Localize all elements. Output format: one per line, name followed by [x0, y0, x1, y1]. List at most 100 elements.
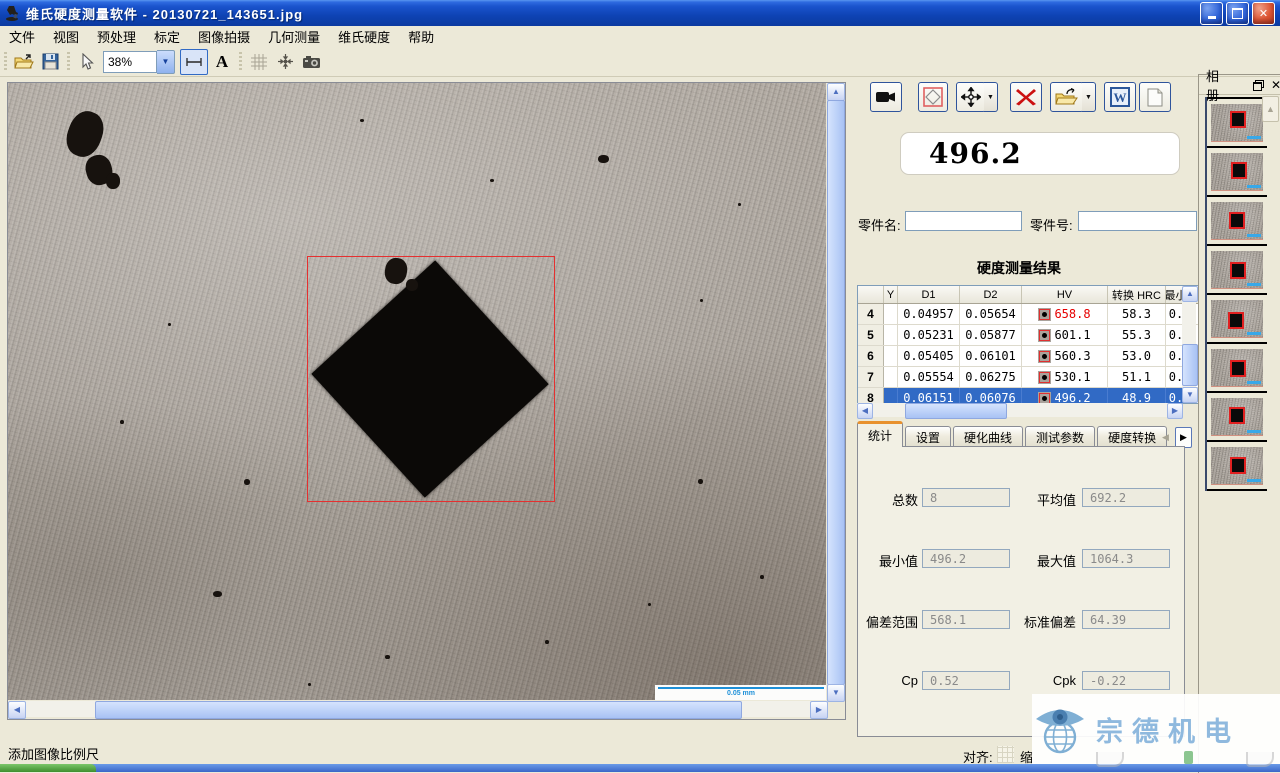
row-header: 4 — [858, 304, 884, 324]
window-titlebar: 维氏硬度测量软件 - 20130721_143651.jpg ✕ — [0, 0, 1280, 26]
album-close-icon[interactable]: ✕ — [1271, 79, 1280, 91]
taskbar-edge — [0, 764, 1280, 772]
export-word-button[interactable]: W — [1104, 82, 1136, 112]
table-row[interactable]: 40.049570.05654658.858.30. — [858, 304, 1198, 325]
part-no-input[interactable] — [1078, 211, 1197, 231]
part-name-label: 零件名: — [858, 215, 901, 234]
results-title: 硬度测量结果 — [857, 258, 1181, 278]
detect-indent-button[interactable] — [918, 82, 948, 112]
table-scroll-left-button[interactable]: ◀ — [857, 403, 873, 419]
stat-label-最大值: 最大值 — [978, 551, 1076, 570]
tab-硬化曲线[interactable]: 硬化曲线 — [953, 426, 1023, 447]
table-scroll-right-button[interactable]: ▶ — [1167, 403, 1183, 419]
table-row[interactable]: 80.061510.06076496.248.90. — [858, 388, 1198, 404]
image-scalebar: 0.05 mm — [655, 685, 826, 700]
album-thumbnail[interactable] — [1207, 197, 1267, 246]
table-row[interactable]: 70.055540.06275530.151.10. — [858, 367, 1198, 388]
import-image-dropdown[interactable]: ▼ — [1082, 82, 1096, 112]
cell-d1: 0.05554 — [898, 367, 960, 387]
v-scroll-thumb[interactable] — [827, 100, 845, 685]
capture-image-button[interactable] — [870, 82, 902, 112]
tab-scroll-left-button[interactable]: ◀ — [1158, 428, 1173, 447]
align-grid-icon[interactable] — [997, 746, 1014, 763]
hardness-value: 496.2 — [929, 137, 1022, 170]
tab-设置[interactable]: 设置 — [905, 426, 951, 447]
table-row[interactable]: 50.052310.05877601.155.30. — [858, 325, 1198, 346]
part-name-input[interactable] — [905, 211, 1022, 231]
move-indent-dropdown[interactable]: ▼ — [984, 82, 998, 112]
stat-label-最小值: 最小值 — [860, 551, 918, 570]
hv-value: 601.1 — [1054, 328, 1090, 342]
scroll-left-button[interactable]: ◀ — [8, 701, 26, 719]
table-scroll-up-button[interactable]: ▲ — [1182, 286, 1198, 302]
measure-tool-button[interactable] — [180, 49, 208, 75]
cell-y — [884, 367, 898, 387]
open-button[interactable] — [12, 50, 36, 74]
grid-tool-button[interactable] — [247, 50, 271, 74]
album-thumbnail[interactable] — [1207, 442, 1267, 491]
menu-item[interactable]: 图像拍摄 — [189, 25, 259, 48]
menu-item[interactable]: 维氏硬度 — [329, 25, 399, 48]
tab-scroll-right-button[interactable]: ▶ — [1175, 427, 1192, 448]
speck — [360, 119, 364, 122]
album-thumbnail[interactable] — [1207, 344, 1267, 393]
zoom-dropdown-button[interactable]: ▼ — [157, 50, 175, 74]
menu-item[interactable]: 标定 — [145, 25, 189, 48]
menu-item[interactable]: 视图 — [44, 25, 88, 48]
menu-item[interactable]: 几何测量 — [259, 25, 329, 48]
tab-测试参数[interactable]: 测试参数 — [1025, 426, 1095, 447]
text-tool-button[interactable]: A — [210, 50, 234, 74]
table-h-thumb[interactable] — [905, 403, 1007, 419]
maximize-button[interactable] — [1226, 2, 1249, 25]
cell-hrc: 55.3 — [1108, 325, 1166, 345]
scroll-down-button[interactable]: ▼ — [827, 684, 845, 702]
scroll-right-button[interactable]: ▶ — [810, 701, 828, 719]
move-indent-button[interactable] — [956, 82, 986, 112]
viewer-h-scrollbar[interactable]: ◀ ▶ — [8, 701, 826, 717]
hidden-button-corner — [1096, 752, 1124, 767]
scroll-up-button[interactable]: ▲ — [827, 83, 845, 101]
h-scroll-thumb[interactable] — [95, 701, 742, 719]
table-row[interactable]: 60.054050.06101560.353.00. — [858, 346, 1198, 367]
album-thumbnail[interactable] — [1207, 148, 1267, 197]
table-h-scrollbar[interactable]: ◀ ▶ — [857, 403, 1181, 417]
cell-y — [884, 325, 898, 345]
import-image-button[interactable] — [1050, 82, 1084, 112]
specimen-image[interactable]: 0.05 mm — [8, 83, 826, 700]
float-window-icon[interactable] — [1253, 80, 1263, 89]
speck — [106, 173, 120, 189]
menu-item[interactable]: 文件 — [0, 25, 44, 48]
table-v-scrollbar[interactable]: ▲ ▼ — [1182, 286, 1196, 401]
new-report-button[interactable] — [1139, 82, 1171, 112]
menubar: 文件视图预处理标定图像拍摄几何测量维氏硬度帮助 — [0, 26, 1280, 47]
menu-item[interactable]: 预处理 — [88, 25, 145, 48]
stat-label-总数: 总数 — [860, 490, 918, 509]
thumbnail-indent-mark — [1229, 407, 1245, 424]
menu-item[interactable]: 帮助 — [399, 25, 443, 48]
table-v-thumb[interactable] — [1182, 344, 1198, 386]
hv-value: 560.3 — [1054, 349, 1090, 363]
camera-tool-button[interactable] — [299, 50, 323, 74]
zoom-combobox[interactable]: 38% — [103, 51, 157, 73]
close-button[interactable]: ✕ — [1252, 2, 1275, 25]
thumbnail-indent-mark — [1230, 111, 1246, 128]
cursor-tool-button[interactable] — [75, 50, 99, 74]
table-scroll-down-button[interactable]: ▼ — [1182, 387, 1198, 403]
album-thumbnail[interactable] — [1207, 97, 1267, 148]
album-thumbnail[interactable] — [1207, 295, 1267, 344]
cell-hv: 496.2 — [1022, 388, 1108, 404]
tab-统计[interactable]: 统计 — [857, 421, 903, 447]
delete-indent-button[interactable] — [1010, 82, 1042, 112]
start-button-edge — [0, 764, 96, 772]
tab-硬度转换[interactable]: 硬度转换 — [1097, 426, 1167, 447]
minimize-button[interactable] — [1200, 2, 1223, 25]
stat-label-偏差范围: 偏差范围 — [860, 612, 918, 631]
center-align-tool-button[interactable] — [273, 50, 297, 74]
viewer-v-scrollbar[interactable]: ▲ ▼ — [827, 83, 843, 700]
row-header: 5 — [858, 325, 884, 345]
album-thumbnail[interactable] — [1207, 393, 1267, 442]
album-thumbnail[interactable] — [1207, 246, 1267, 295]
row-header: 7 — [858, 367, 884, 387]
save-button[interactable] — [38, 50, 62, 74]
album-scroll-up-button[interactable]: ▲ — [1262, 96, 1279, 122]
